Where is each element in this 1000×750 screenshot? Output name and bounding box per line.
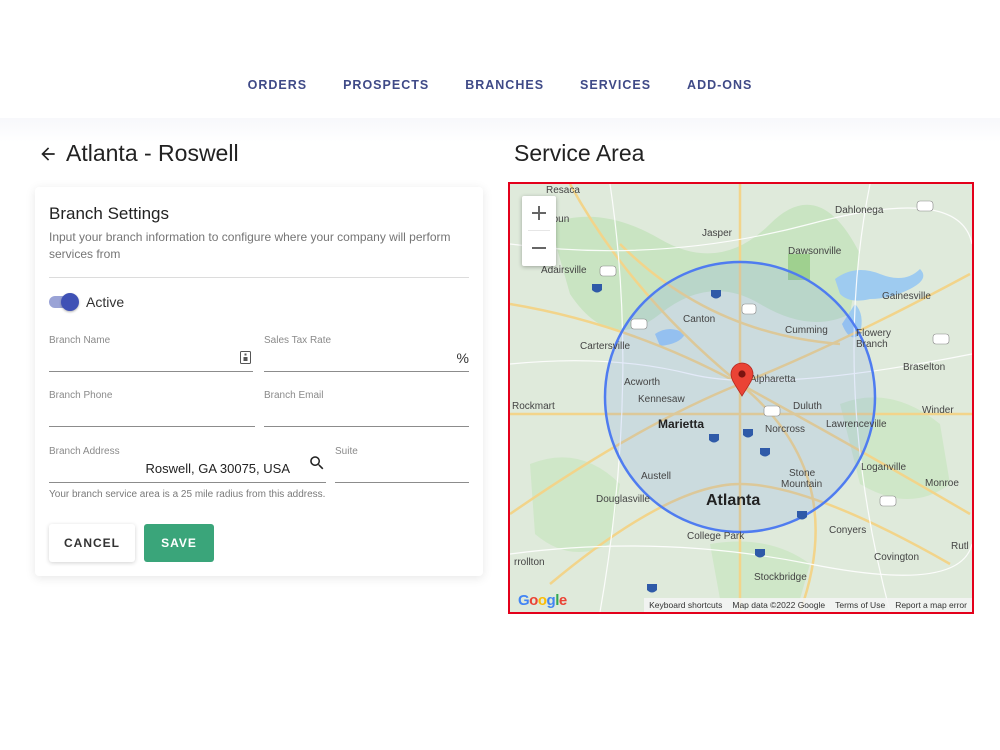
branch-name-field: Branch Name (49, 335, 253, 372)
zoom-control (522, 196, 556, 266)
toggle-thumb (61, 293, 79, 311)
map-canvas[interactable]: Resaca Calhoun Jasper Dahlonega Dawsonvi… (510, 184, 972, 612)
map-label-stockbridge: Stockbridge (754, 572, 807, 583)
report-error-link[interactable]: Report a map error (890, 600, 972, 610)
map-label-austell: Austell (641, 471, 671, 482)
map-label-conyers: Conyers (829, 525, 866, 536)
map-label-loganville: Loganville (861, 462, 906, 473)
back-arrow-icon[interactable] (38, 144, 58, 164)
branch-address-field[interactable]: Branch Address Roswell, GA 30075, USA (49, 446, 326, 483)
terms-link[interactable]: Terms of Use (830, 600, 890, 610)
suite-field: Suite (335, 446, 469, 483)
save-button[interactable]: SAVE (144, 524, 214, 562)
map-label-carrollton: rrollton (514, 557, 545, 568)
nav-orders[interactable]: ORDERS (230, 78, 325, 92)
map-label-branch: Branch (856, 339, 888, 350)
map-label-acworth: Acworth (624, 377, 660, 388)
map-label-winder: Winder (922, 405, 954, 416)
branch-settings-card: Branch Settings Input your branch inform… (35, 187, 483, 576)
map-label-rutledge: Rutl (951, 541, 969, 552)
suite-label: Suite (335, 446, 358, 457)
card-description: Input your branch information to configu… (49, 230, 451, 261)
plus-icon (532, 206, 546, 220)
map-label-marietta: Marietta (658, 417, 704, 431)
page-header: Atlanta - Roswell (38, 140, 239, 167)
nav-prospects[interactable]: PROSPECTS (325, 78, 447, 92)
map-label-jasper: Jasper (702, 228, 733, 239)
map-label-college-park: College Park (687, 531, 745, 542)
map-label-atlanta: Atlanta (706, 492, 760, 509)
service-area-helper: Your branch service area is a 25 mile ra… (49, 489, 326, 500)
branch-email-input[interactable] (264, 408, 469, 423)
map-label-covington: Covington (874, 552, 919, 563)
map-footer: Keyboard shortcuts Map data ©2022 Google… (644, 598, 972, 612)
branch-phone-label: Branch Phone (49, 390, 113, 401)
map-label-braselton: Braselton (903, 362, 945, 373)
map-label-flowery: Flowery (856, 328, 891, 339)
map-label-gainesville: Gainesville (882, 291, 931, 302)
map-label-monroe: Monroe (925, 478, 959, 489)
branch-phone-field: Branch Phone (49, 390, 255, 427)
map-label-duluth: Duluth (793, 401, 822, 412)
active-label: Active (86, 294, 125, 310)
zoom-in-button[interactable] (522, 196, 556, 230)
branch-email-label: Branch Email (264, 390, 324, 401)
branch-phone-input[interactable] (49, 408, 255, 423)
cancel-button[interactable]: CANCEL (49, 524, 135, 562)
map-label-adairsville: Adairsville (541, 265, 587, 276)
page-title: Atlanta - Roswell (66, 140, 239, 166)
service-area-title: Service Area (514, 140, 645, 166)
map-label-canton: Canton (683, 314, 715, 325)
nav-services[interactable]: SERVICES (562, 78, 669, 92)
map-label-kennesaw: Kennesaw (638, 394, 685, 405)
search-icon[interactable] (308, 454, 326, 472)
divider (49, 277, 469, 278)
zoom-out-button[interactable] (522, 231, 556, 265)
branch-address-label: Branch Address (49, 446, 120, 457)
map-label-stone: Stone (789, 468, 816, 479)
google-logo[interactable]: Google (518, 592, 567, 609)
map-data-credit: Map data ©2022 Google (732, 600, 826, 610)
branch-name-label: Branch Name (49, 335, 111, 346)
map-label-rockmart: Rockmart (512, 401, 555, 412)
branch-name-input[interactable] (49, 353, 229, 368)
minus-icon (532, 247, 546, 249)
active-toggle[interactable] (49, 293, 79, 311)
keyboard-shortcuts-link[interactable]: Keyboard shortcuts (644, 600, 727, 610)
branch-email-field: Branch Email (264, 390, 469, 427)
map-label-cumming: Cumming (785, 325, 828, 336)
map-label-dawsonville: Dawsonville (788, 246, 842, 257)
nav-menu: ORDERS PROSPECTS BRANCHES SERVICES ADD-O… (0, 78, 1000, 92)
map-label-norcross: Norcross (765, 424, 805, 435)
map-label-cartersville: Cartersville (580, 341, 630, 352)
suite-input[interactable] (335, 464, 469, 479)
map-label-alpharetta: Alpharetta (750, 374, 796, 385)
percent-suffix: % (456, 350, 469, 366)
map-label-mountain: Mountain (781, 479, 822, 490)
branch-address-value[interactable]: Roswell, GA 30075, USA (145, 461, 290, 476)
map-label-douglasville: Douglasville (596, 494, 650, 505)
map-label-lawrenceville: Lawrenceville (826, 419, 887, 430)
nav-add-ons[interactable]: ADD-ONS (669, 78, 770, 92)
map-label-dahlonega: Dahlonega (835, 205, 884, 216)
sales-tax-input[interactable] (264, 353, 449, 368)
top-navigation: ORDERS PROSPECTS BRANCHES SERVICES ADD-O… (0, 0, 1000, 118)
map-label-resaca: Resaca (546, 185, 580, 196)
contact-card-icon[interactable] (240, 351, 251, 364)
service-area-map[interactable]: Resaca Calhoun Jasper Dahlonega Dawsonvi… (508, 182, 974, 614)
sales-tax-field: Sales Tax Rate % (264, 335, 469, 372)
sales-tax-label: Sales Tax Rate (264, 335, 332, 346)
nav-branches[interactable]: BRANCHES (447, 78, 562, 92)
card-title: Branch Settings (49, 204, 170, 223)
